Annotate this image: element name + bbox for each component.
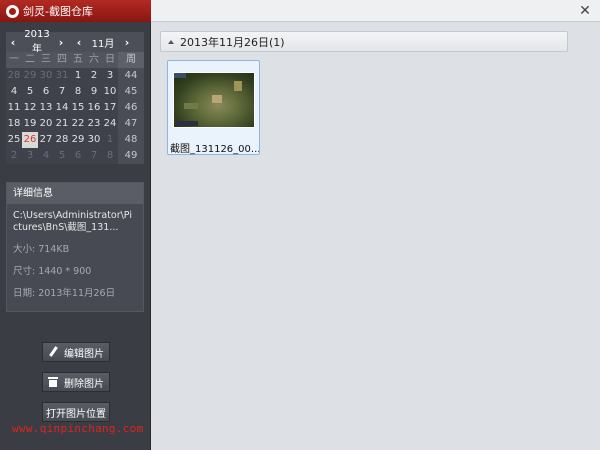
calendar-day[interactable]: 8 [70,84,86,100]
edit-image-label: 编辑图片 [64,348,104,360]
open-location-button[interactable]: 打开图片位置 [42,402,110,422]
week-number: 46 [118,100,144,116]
calendar-day[interactable]: 27 [38,132,54,148]
next-month-icon[interactable]: › [120,36,134,49]
weekday-header: 一 [6,52,22,68]
calendar-day[interactable]: 3 [22,148,38,164]
detail-header: 详细信息 [7,183,143,204]
file-date: 日期: 2013年11月26日 [13,288,116,299]
weekday-header: 二 [22,52,38,68]
date-group-title: 2013年11月26日(1) [180,35,285,49]
open-location-label: 打开图片位置 [46,408,106,420]
calendar-day[interactable]: 31 [54,68,70,84]
collapse-triangle-icon [168,39,174,44]
calendar-day[interactable]: 22 [70,116,86,132]
calendar-day[interactable]: 18 [6,116,22,132]
calendar-day[interactable]: 1 [70,68,86,84]
week-column-header: 周 [118,52,144,68]
week-number: 44 [118,68,144,84]
calendar-day[interactable]: 5 [22,84,38,100]
next-year-icon[interactable]: › [54,36,68,49]
edit-image-button[interactable]: 编辑图片 [42,342,110,362]
weekday-header: 三 [38,52,54,68]
calendar-day[interactable]: 7 [54,84,70,100]
weekday-header: 四 [54,52,70,68]
calendar-day[interactable]: 9 [86,84,102,100]
date-group-header[interactable]: 2013年11月26日(1) [160,31,568,52]
calendar-day[interactable]: 19 [22,116,38,132]
calendar-day[interactable]: 29 [22,68,38,84]
calendar-day[interactable]: 25 [6,132,22,148]
calendar-nav: ‹ 2013年 › ‹ 11月 › [6,29,144,55]
calendar-day[interactable]: 5 [54,148,70,164]
calendar-day[interactable]: 15 [70,100,86,116]
trash-icon [48,377,58,387]
prev-year-icon[interactable]: ‹ [6,36,20,49]
sidebar: ‹ 2013年 › ‹ 11月 › 一二三四五六日周 28 29 30 31 1 2 3 44 4… [0,22,151,450]
calendar-day[interactable]: 13 [38,100,54,116]
calendar-day[interactable]: 10 [102,84,118,100]
calendar-day[interactable]: 24 [102,116,118,132]
calendar-day[interactable]: 30 [38,68,54,84]
calendar-day[interactable]: 20 [38,116,54,132]
week-number: 48 [118,132,144,148]
calendar-day[interactable]: 30 [86,132,102,148]
week-number: 45 [118,84,144,100]
title-bar: 剑灵-截图仓库 ✕ [0,0,600,22]
detail-panel: 详细信息 C:\Users\Administrator\Pictures\BnS… [6,182,144,312]
weekday-header: 五 [70,52,86,68]
calendar-day[interactable]: 6 [70,148,86,164]
calendar-day[interactable]: 28 [54,132,70,148]
delete-image-label: 删除图片 [64,378,104,390]
calendar-day[interactable]: 21 [54,116,70,132]
calendar-day[interactable]: 3 [102,68,118,84]
pencil-icon [48,347,58,357]
file-dimensions: 尺寸: 1440 * 900 [13,266,92,277]
weekday-header: 六 [86,52,102,68]
weekday-header: 日 [102,52,118,68]
month-label: 11月 [91,38,115,50]
calendar-day[interactable]: 2 [86,68,102,84]
calendar-grid: 一二三四五六日周 28 29 30 31 1 2 3 44 4 5 6 7 8 9 10 45 11 12 13 14 1… [6,52,144,164]
calendar-day[interactable]: 4 [6,84,22,100]
calendar-day[interactable]: 29 [70,132,86,148]
file-size: 大小: 714KB [13,244,70,255]
watermark: www.qinpinchang.com [12,422,144,435]
prev-month-icon[interactable]: ‹ [72,36,86,49]
week-number: 47 [118,116,144,132]
week-number: 49 [118,148,144,164]
file-path: C:\Users\Administrator\Pictures\BnS\截图_1… [13,210,132,233]
screenshot-thumbnail[interactable]: 截图_131126_00... [167,60,260,155]
calendar-day[interactable]: 11 [6,100,22,116]
calendar-day[interactable]: 4 [38,148,54,164]
delete-image-button[interactable]: 删除图片 [42,372,110,392]
calendar-day[interactable]: 14 [54,100,70,116]
app-logo-icon [6,4,19,18]
title-section: 剑灵-截图仓库 [0,0,151,22]
calendar-day[interactable]: 1 [102,132,118,148]
window-title: 剑灵-截图仓库 [23,5,93,18]
calendar-day[interactable]: 2 [6,148,22,164]
thumbnail-image [173,72,255,128]
calendar-day-selected[interactable]: 26 [22,132,38,148]
calendar: ‹ 2013年 › ‹ 11月 › 一二三四五六日周 28 29 30 31 1 2 3 44 4… [6,29,144,164]
calendar-day[interactable]: 7 [86,148,102,164]
calendar-day[interactable]: 23 [86,116,102,132]
calendar-day[interactable]: 12 [22,100,38,116]
close-icon[interactable]: ✕ [576,2,594,20]
calendar-day[interactable]: 28 [6,68,22,84]
calendar-day[interactable]: 8 [102,148,118,164]
calendar-day[interactable]: 17 [102,100,118,116]
thumbnail-caption: 截图_131126_00... [170,144,259,155]
calendar-day[interactable]: 6 [38,84,54,100]
calendar-day[interactable]: 16 [86,100,102,116]
main-area: 2013年11月26日(1) 截图_131126_00... [151,22,600,450]
